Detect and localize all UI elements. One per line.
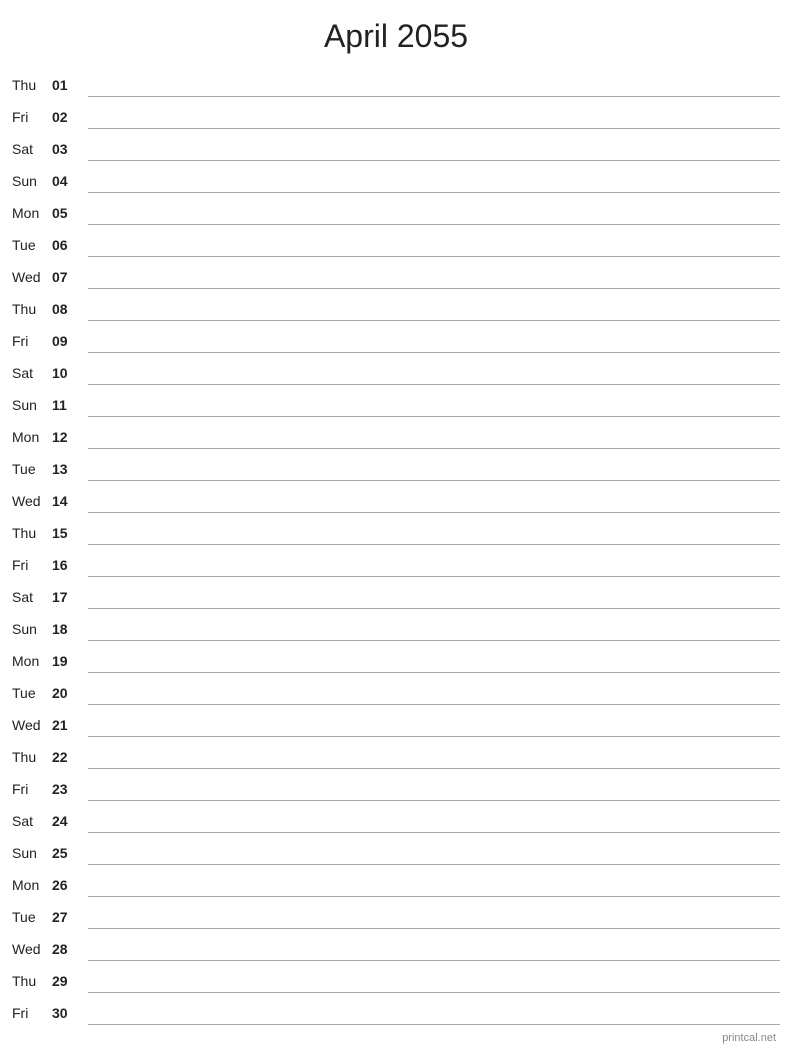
- day-name: Sun: [12, 173, 52, 193]
- day-name: Tue: [12, 909, 52, 929]
- day-row: Tue27: [8, 897, 784, 929]
- day-name: Tue: [12, 461, 52, 481]
- day-row: Tue20: [8, 673, 784, 705]
- day-row: Wed14: [8, 481, 784, 513]
- day-name: Fri: [12, 557, 52, 577]
- day-name: Fri: [12, 333, 52, 353]
- day-name: Sat: [12, 365, 52, 385]
- day-number: 07: [52, 269, 82, 289]
- day-number: 06: [52, 237, 82, 257]
- day-row: Mon26: [8, 865, 784, 897]
- day-name: Wed: [12, 269, 52, 289]
- day-number: 13: [52, 461, 82, 481]
- day-number: 14: [52, 493, 82, 513]
- day-name: Sun: [12, 397, 52, 417]
- day-number: 20: [52, 685, 82, 705]
- day-name: Sat: [12, 141, 52, 161]
- day-name: Thu: [12, 77, 52, 97]
- day-row: Sat03: [8, 129, 784, 161]
- day-row: Mon19: [8, 641, 784, 673]
- day-number: 30: [52, 1005, 82, 1025]
- day-number: 05: [52, 205, 82, 225]
- day-name: Mon: [12, 429, 52, 449]
- day-number: 15: [52, 525, 82, 545]
- day-row: Sat10: [8, 353, 784, 385]
- day-row: Wed21: [8, 705, 784, 737]
- day-number: 28: [52, 941, 82, 961]
- day-row: Thu15: [8, 513, 784, 545]
- day-number: 01: [52, 77, 82, 97]
- day-number: 29: [52, 973, 82, 993]
- day-row: Fri02: [8, 97, 784, 129]
- day-name: Tue: [12, 685, 52, 705]
- day-name: Sat: [12, 589, 52, 609]
- footer-credit: printcal.net: [722, 1032, 776, 1044]
- day-row: Sun11: [8, 385, 784, 417]
- day-row: Mon12: [8, 417, 784, 449]
- day-row: Sat17: [8, 577, 784, 609]
- day-row: Thu01: [8, 65, 784, 97]
- day-row: Thu08: [8, 289, 784, 321]
- day-number: 22: [52, 749, 82, 769]
- day-name: Wed: [12, 493, 52, 513]
- day-name: Tue: [12, 237, 52, 257]
- day-name: Wed: [12, 941, 52, 961]
- day-row: Sat24: [8, 801, 784, 833]
- day-number: 24: [52, 813, 82, 833]
- day-row: Sun25: [8, 833, 784, 865]
- day-number: 16: [52, 557, 82, 577]
- day-row: Fri09: [8, 321, 784, 353]
- day-number: 27: [52, 909, 82, 929]
- day-row: Tue13: [8, 449, 784, 481]
- day-name: Mon: [12, 877, 52, 897]
- day-number: 08: [52, 301, 82, 321]
- day-number: 25: [52, 845, 82, 865]
- day-name: Sun: [12, 621, 52, 641]
- day-name: Fri: [12, 109, 52, 129]
- day-number: 02: [52, 109, 82, 129]
- day-name: Thu: [12, 749, 52, 769]
- day-name: Thu: [12, 301, 52, 321]
- day-row: Tue06: [8, 225, 784, 257]
- day-name: Sun: [12, 845, 52, 865]
- day-name: Fri: [12, 1005, 52, 1025]
- day-name: Thu: [12, 973, 52, 993]
- day-row: Thu22: [8, 737, 784, 769]
- day-number: 04: [52, 173, 82, 193]
- day-number: 11: [52, 397, 82, 417]
- day-number: 23: [52, 781, 82, 801]
- day-row: Fri16: [8, 545, 784, 577]
- day-number: 17: [52, 589, 82, 609]
- page-title: April 2055: [0, 0, 792, 65]
- day-name: Mon: [12, 653, 52, 673]
- day-row: Mon05: [8, 193, 784, 225]
- day-number: 19: [52, 653, 82, 673]
- day-number: 18: [52, 621, 82, 641]
- calendar-container: Thu01Fri02Sat03Sun04Mon05Tue06Wed07Thu08…: [0, 65, 792, 1025]
- day-row: Sun04: [8, 161, 784, 193]
- day-number: 21: [52, 717, 82, 737]
- day-row: Wed28: [8, 929, 784, 961]
- day-row: Thu29: [8, 961, 784, 993]
- day-name: Sat: [12, 813, 52, 833]
- day-number: 09: [52, 333, 82, 353]
- day-number: 26: [52, 877, 82, 897]
- day-row: Sun18: [8, 609, 784, 641]
- day-number: 10: [52, 365, 82, 385]
- day-name: Thu: [12, 525, 52, 545]
- day-row: Fri30: [8, 993, 784, 1025]
- day-row: Fri23: [8, 769, 784, 801]
- day-name: Wed: [12, 717, 52, 737]
- day-number: 12: [52, 429, 82, 449]
- day-row: Wed07: [8, 257, 784, 289]
- day-name: Fri: [12, 781, 52, 801]
- day-number: 03: [52, 141, 82, 161]
- day-name: Mon: [12, 205, 52, 225]
